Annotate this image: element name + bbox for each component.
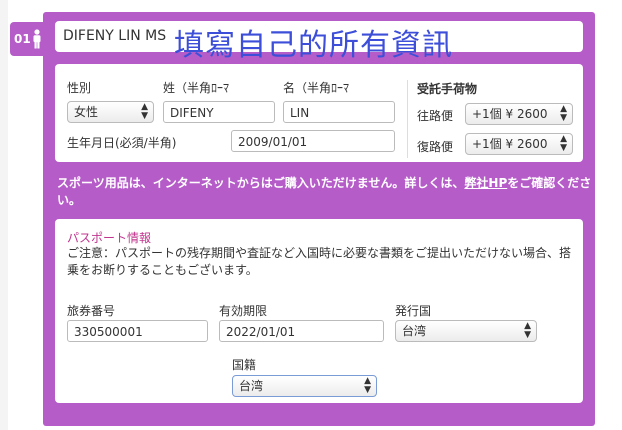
passenger-number-badge: 01 bbox=[10, 22, 43, 56]
passport-description: ご注意：パスポートの残存期間や査証など入国時に必要な書類をご提出いただけない場合… bbox=[67, 246, 572, 277]
nationality-label: 国籍 bbox=[232, 358, 257, 372]
notice-text: スポーツ用品は、インターネットからはご購入いただけません。詳しくは、 bbox=[57, 176, 465, 190]
gender-select[interactable]: 女性 ▲ ▼ bbox=[67, 101, 154, 123]
dob-label: 生年月日(必須/半角) bbox=[67, 136, 177, 150]
surname-label: 姓（半角ﾛｰﾏ bbox=[163, 81, 230, 95]
outbound-label: 往路便 bbox=[417, 109, 454, 123]
select-arrows-icon: ▲ ▼ bbox=[141, 102, 148, 121]
company-hp-link[interactable]: 弊社HP bbox=[464, 176, 507, 190]
select-arrows-icon: ▲ ▼ bbox=[560, 134, 567, 153]
passenger-name: DIFENY LIN MS bbox=[63, 28, 167, 44]
gender-label: 性別 bbox=[67, 81, 92, 95]
section-number: 01 bbox=[14, 32, 31, 46]
sports-goods-notice: スポーツ用品は、インターネットからはご購入いただけません。詳しくは、弊社HPをご… bbox=[57, 175, 592, 209]
passport-number-input[interactable]: 330500001 bbox=[67, 320, 208, 342]
passenger-panel: DIFENY LIN MS 性別 女性 ▲ ▼ 姓（半角ﾛｰﾏ DIFENY 名（… bbox=[43, 12, 595, 426]
expiry-input[interactable]: 2022/01/01 bbox=[219, 320, 384, 342]
outbound-baggage-select[interactable]: +1個 ¥ 2600 ▲ ▼ bbox=[465, 103, 573, 125]
return-baggage-value: +1個 ¥ 2600 bbox=[472, 137, 548, 151]
given-name-input[interactable]: LIN bbox=[283, 101, 395, 123]
divider bbox=[407, 80, 408, 158]
select-arrows-icon: ▲ ▼ bbox=[560, 104, 567, 123]
handwritten-overlay-text: 填寫自己的所有資訊 bbox=[174, 28, 453, 63]
personal-info-box: 性別 女性 ▲ ▼ 姓（半角ﾛｰﾏ DIFENY 名（半角ﾛｰﾏ LIN 生年月日… bbox=[55, 64, 583, 162]
gender-value: 女性 bbox=[74, 105, 99, 119]
issuing-country-select[interactable]: 台湾 ▲ ▼ bbox=[395, 320, 537, 342]
dob-input[interactable]: 2009/01/01 bbox=[231, 130, 395, 152]
select-arrows-icon: ▲ ▼ bbox=[524, 321, 531, 340]
nationality-select[interactable]: 台湾 ▲ ▼ bbox=[232, 375, 377, 397]
passport-title: パスポート情報 bbox=[67, 231, 152, 245]
select-arrows-icon: ▲ ▼ bbox=[364, 376, 371, 395]
outbound-baggage-value: +1個 ¥ 2600 bbox=[472, 107, 548, 121]
passport-number-label: 旅券番号 bbox=[67, 304, 116, 318]
person-icon bbox=[33, 29, 41, 49]
nationality-value: 台湾 bbox=[239, 379, 264, 393]
given-name-label: 名（半角ﾛｰﾏ bbox=[283, 81, 350, 95]
expiry-label: 有効期限 bbox=[219, 304, 268, 318]
return-baggage-select[interactable]: +1個 ¥ 2600 ▲ ▼ bbox=[465, 133, 573, 155]
baggage-title: 受託手荷物 bbox=[417, 82, 478, 96]
left-gutter bbox=[0, 0, 8, 430]
issuing-country-label: 発行国 bbox=[395, 304, 432, 318]
passport-info-box: パスポート情報 ご注意：パスポートの残存期間や査証など入国時に必要な書類をご提出… bbox=[55, 219, 583, 403]
return-label: 復路便 bbox=[417, 140, 454, 154]
issuing-country-value: 台湾 bbox=[402, 324, 427, 338]
surname-input[interactable]: DIFENY bbox=[163, 101, 275, 123]
